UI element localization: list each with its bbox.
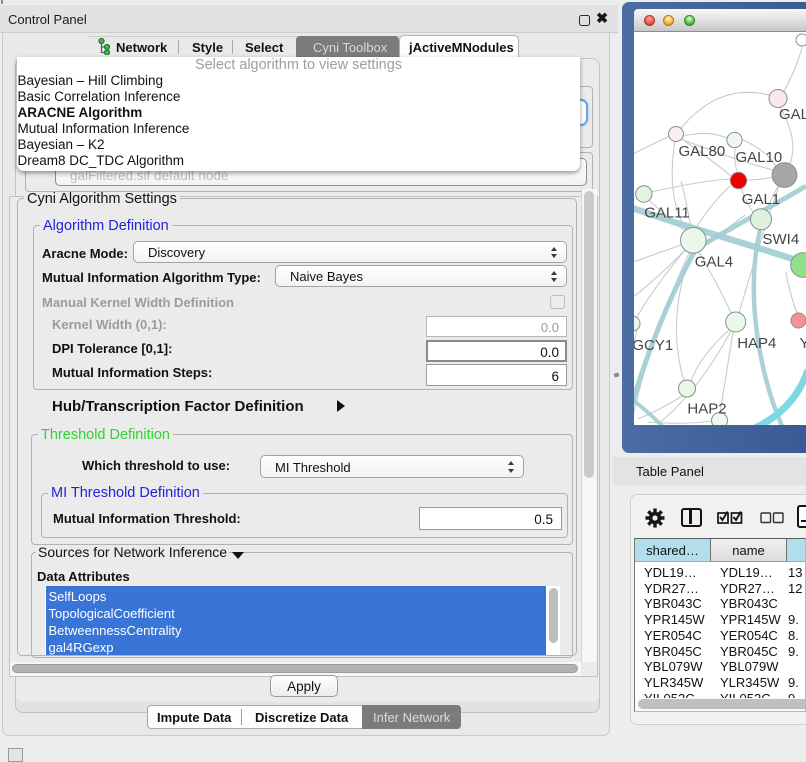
svg-text:GAL80: GAL80 <box>679 143 726 160</box>
svg-text:HAP2: HAP2 <box>687 400 726 417</box>
svg-text:GAL11: GAL11 <box>644 204 690 221</box>
svg-text:GAL10: GAL10 <box>736 149 783 166</box>
svg-text:GAL4: GAL4 <box>695 253 733 270</box>
svg-text:HAP4: HAP4 <box>737 335 776 352</box>
svg-text:GCY1: GCY1 <box>634 337 673 354</box>
svg-text:GAL7: GAL7 <box>779 106 806 123</box>
svg-text:YJ: YJ <box>800 335 806 352</box>
svg-text:SWI4: SWI4 <box>763 231 800 248</box>
svg-text:GAL1: GAL1 <box>742 191 780 208</box>
